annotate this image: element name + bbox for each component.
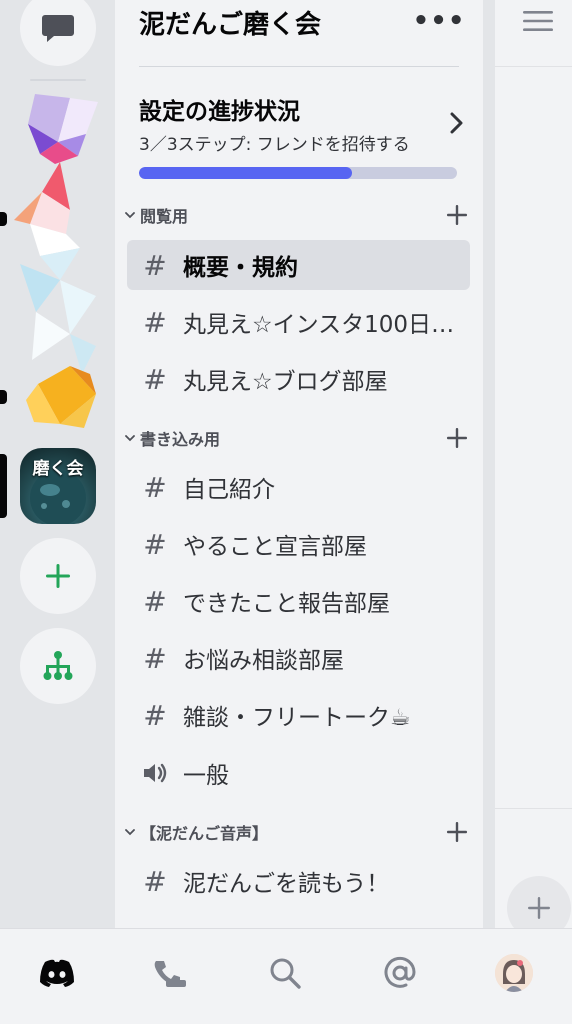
channel-label: 泥だんごを読もう！: [183, 871, 390, 897]
profile-avatar: [495, 954, 533, 992]
friends-tab[interactable]: [140, 943, 200, 1003]
channel-label: 丸見え☆インスタ100日チャレンジ: [183, 312, 455, 338]
category-voice-reading[interactable]: 【泥だんご音声】: [119, 817, 471, 847]
hash-icon: #: [143, 864, 167, 898]
channel-read-dorodango[interactable]: # 泥だんごを読もう！: [127, 856, 470, 906]
hamburger-menu-icon[interactable]: [523, 8, 553, 34]
geometric-server-art: [14, 94, 98, 428]
setup-progress-fill: [139, 167, 353, 179]
discord-home-icon: [40, 959, 74, 987]
members-panel: [495, 0, 572, 940]
category-label: 【泥だんご音声】: [140, 824, 269, 843]
hash-icon: #: [143, 584, 167, 618]
discover-servers-button[interactable]: [20, 628, 96, 704]
add-channel-icon[interactable]: [443, 818, 471, 846]
channel-list-panel: 泥だんご磨く会 ••• 設定の進捗状況 3／3ステップ: フレンドを招待する 閲…: [115, 0, 483, 928]
chevron-right-icon: [450, 112, 463, 134]
hash-icon: #: [143, 698, 167, 732]
category-label: 閲覧用: [140, 207, 189, 226]
channel-label: 自己紹介: [183, 477, 275, 503]
channel-label: 一般: [183, 763, 229, 789]
unread-indicator: [0, 390, 7, 404]
hash-icon: #: [143, 305, 167, 339]
server-name: 泥だんご磨く会: [139, 10, 322, 40]
active-server-label: 磨く会: [32, 459, 84, 479]
mentions-icon: [384, 956, 416, 988]
direct-messages-button[interactable]: [20, 0, 96, 66]
hash-icon: #: [143, 527, 167, 561]
chevron-down-icon: [122, 430, 138, 446]
channel-consultation-room[interactable]: # お悩み相談部屋: [127, 633, 470, 683]
rail-separator: [30, 79, 86, 81]
add-channel-icon[interactable]: [443, 201, 471, 229]
more-options-button[interactable]: •••: [413, 6, 465, 36]
channel-declaration-room[interactable]: # やること宣言部屋: [127, 519, 470, 569]
bottom-navigation: [0, 928, 572, 1024]
chevron-down-icon: [122, 207, 138, 223]
selected-server-indicator: [0, 454, 7, 518]
chevron-down-icon: [122, 824, 138, 840]
category-label: 書き込み用: [140, 430, 221, 449]
chat-bubble-icon: [42, 15, 74, 42]
home-tab[interactable]: [27, 943, 87, 1003]
server-rail: 磨く会: [0, 0, 115, 928]
channel-instagram-challenge[interactable]: # 丸見え☆インスタ100日チャレンジ: [127, 297, 470, 347]
friends-icon: [154, 961, 186, 987]
server-header[interactable]: 泥だんご磨く会 •••: [115, 0, 483, 68]
category-writing[interactable]: 書き込み用: [119, 423, 471, 453]
setup-progress-bar: [139, 167, 457, 179]
channel-free-talk[interactable]: # 雑談・フリートーク☕: [127, 690, 470, 740]
header-divider: [139, 66, 459, 67]
add-channel-icon[interactable]: [443, 424, 471, 452]
profile-tab[interactable]: [484, 943, 544, 1003]
hash-icon: #: [143, 641, 167, 675]
search-icon: [270, 958, 301, 989]
server-icons-group: [0, 84, 115, 444]
hash-icon: #: [143, 470, 167, 504]
unread-indicator: [0, 212, 7, 226]
channel-blog-room[interactable]: # 丸見え☆ブログ部屋: [127, 354, 470, 404]
channel-label: できたこと報告部屋: [183, 591, 390, 617]
hash-icon: #: [143, 248, 167, 282]
members-divider: [495, 808, 572, 809]
channel-label: 概要・規約: [183, 255, 298, 281]
channel-label: お悩み相談部屋: [183, 648, 344, 674]
members-divider: [495, 66, 572, 67]
channel-self-intro[interactable]: # 自己紹介: [127, 462, 470, 512]
channel-report-room[interactable]: # できたこと報告部屋: [127, 576, 470, 626]
channel-overview-rules[interactable]: # 概要・規約: [127, 240, 470, 290]
setup-progress-subtitle: 3／3ステップ: フレンドを招待する: [139, 135, 410, 155]
channel-label: やること宣言部屋: [183, 534, 367, 560]
setup-progress-title: 設定の進捗状況: [139, 99, 300, 125]
plus-icon: [46, 564, 70, 588]
hub-tree-icon: [43, 651, 73, 680]
voice-channel-general[interactable]: 一般: [127, 748, 470, 798]
category-browse[interactable]: 閲覧用: [119, 200, 471, 230]
hash-icon: #: [143, 362, 167, 396]
add-server-button[interactable]: [20, 538, 96, 614]
plus-icon: [528, 897, 550, 919]
active-server-icon[interactable]: 磨く会: [20, 448, 96, 524]
channel-label: 丸見え☆ブログ部屋: [183, 369, 388, 395]
mentions-tab[interactable]: [370, 943, 430, 1003]
discord-app: 磨く会 泥だんご磨く会 ••• 設定の進捗状況 3／3ステップ: フレンドを招待…: [0, 0, 572, 1024]
search-tab[interactable]: [255, 943, 315, 1003]
more-dots-icon: •••: [412, 6, 466, 36]
setup-progress-card[interactable]: 設定の進捗状況 3／3ステップ: フレンドを招待する: [139, 88, 469, 184]
speaker-icon: [127, 748, 183, 798]
channel-label: 雑談・フリートーク☕: [183, 705, 411, 731]
